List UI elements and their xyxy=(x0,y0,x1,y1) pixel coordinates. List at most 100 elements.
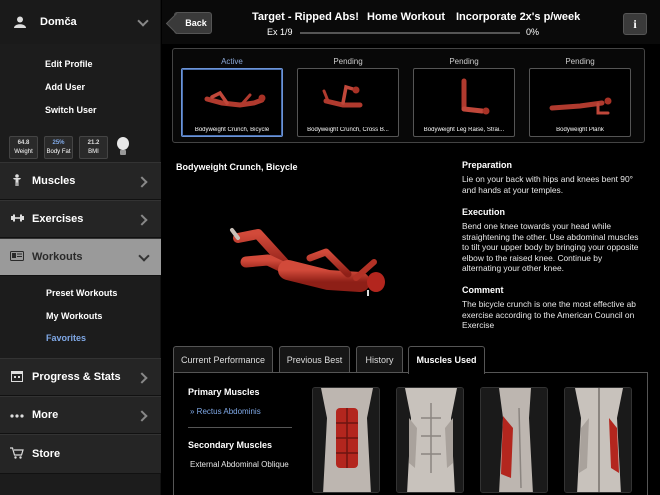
bmi-stat[interactable]: 21.2 BMI xyxy=(79,135,108,159)
lightbulb-icon[interactable] xyxy=(116,137,130,157)
chevron-down-icon xyxy=(138,17,148,27)
profile-header[interactable]: Domča xyxy=(0,0,160,44)
bmi-value: 21.2 xyxy=(87,139,100,146)
exercise-illustration xyxy=(230,228,385,296)
sidebar-item-label: More xyxy=(32,409,59,421)
comment-section: Comment The bicycle crunch is one the mo… xyxy=(462,285,642,331)
workout-frequency: Incorporate 2x's p/week xyxy=(456,11,581,23)
edit-profile-link[interactable]: Edit Profile xyxy=(45,56,160,79)
cart-icon xyxy=(10,446,24,462)
sidebar-item-label: Exercises xyxy=(32,213,84,225)
bmi-label: BMI xyxy=(88,148,99,155)
top-bar: Back Target - Ripped Abs! Home Workout I… xyxy=(162,0,660,44)
weight-value: 64.8 xyxy=(17,139,30,146)
muscles-used-panel: Primary Muscles » Rectus Abdominis Secon… xyxy=(173,372,648,495)
sidebar-item-workouts[interactable]: Workouts xyxy=(0,238,161,276)
user-icon xyxy=(14,16,26,28)
info-button[interactable]: i xyxy=(623,13,647,35)
favorites-link[interactable]: Favorites xyxy=(46,331,117,354)
tab-current-performance[interactable]: Current Performance xyxy=(173,346,273,373)
execution-text: Bend one knee towards your head while st… xyxy=(462,221,639,273)
preparation-text: Lie on your back with hips and knees ben… xyxy=(462,174,633,195)
sidebar-item-label: Workouts xyxy=(32,251,83,263)
calendar-icon xyxy=(10,370,24,385)
body-fat-label: Body Fat xyxy=(46,148,71,155)
workout-progress-bar xyxy=(300,32,520,34)
body-icon xyxy=(10,173,24,189)
sidebar-item-more[interactable]: More xyxy=(0,396,161,434)
sidebar-item-store[interactable]: Store xyxy=(0,434,161,474)
comment-text: The bicycle crunch is one the most effec… xyxy=(462,299,636,330)
workout-type: Home Workout xyxy=(367,11,446,23)
sidebar-item-label: Progress & Stats xyxy=(32,371,121,383)
muscle-image-back[interactable] xyxy=(564,387,632,493)
execution-section: Execution Bend one knee towards your hea… xyxy=(462,207,642,274)
sidebar-item-label: Muscles xyxy=(32,175,76,187)
exercise-carousel: Active Pending Pending Pending Bodyweigh… xyxy=(172,48,645,143)
tab-history[interactable]: History xyxy=(356,346,403,373)
switch-user-link[interactable]: Switch User xyxy=(45,102,160,125)
oblique-side-diagram xyxy=(481,388,547,492)
back-button-label: Back xyxy=(185,18,207,28)
back-button[interactable]: Back xyxy=(174,12,212,34)
oblique-back-diagram xyxy=(565,388,631,492)
oblique-front-diagram xyxy=(397,388,463,492)
add-user-link[interactable]: Add User xyxy=(45,79,160,102)
chevron-right-icon xyxy=(139,176,149,186)
workout-name: Target - Ripped Abs! xyxy=(252,11,359,23)
tab-muscles-used[interactable]: Muscles Used xyxy=(408,346,485,374)
tab-previous-best[interactable]: Previous Best xyxy=(279,346,350,373)
exercise-card-leg-raise[interactable]: Bodyweight Leg Raise, Strai... xyxy=(413,68,515,137)
primary-muscles-heading: Primary Muscles xyxy=(188,387,260,397)
preparation-section: Preparation Lie on your back with hips a… xyxy=(462,160,642,195)
chevron-right-icon xyxy=(139,410,149,420)
sidebar-item-exercises[interactable]: Exercises xyxy=(0,200,161,238)
exercise-status: Pending xyxy=(565,57,595,66)
execution-heading: Execution xyxy=(462,207,506,217)
exercise-name: Bodyweight Plank xyxy=(556,127,604,133)
leg-raise-thumbnail xyxy=(461,78,490,115)
exercise-status: Pending xyxy=(449,57,479,66)
muscle-image-front-secondary[interactable] xyxy=(396,387,464,493)
exercise-status: Pending xyxy=(333,57,363,66)
abs-front-diagram xyxy=(313,388,379,492)
exercise-counter: Ex 1/9 xyxy=(267,27,293,37)
comment-heading: Comment xyxy=(462,285,504,295)
exercise-name: Bodyweight Crunch, Bicycle xyxy=(194,127,270,133)
bicycle-crunch-thumbnail xyxy=(204,90,266,108)
progress-percent: 0% xyxy=(526,27,540,37)
body-stats: 64.8 Weight 25% Body Fat 21.2 BMI xyxy=(0,125,160,165)
preset-workouts-link[interactable]: Preset Workouts xyxy=(46,286,117,309)
sidebar-item-muscles[interactable]: Muscles xyxy=(0,162,161,200)
body-fat-stat[interactable]: 25% Body Fat xyxy=(44,135,73,159)
primary-muscle-link[interactable]: » Rectus Abdominis xyxy=(190,407,261,416)
exercise-status: Active xyxy=(221,57,243,66)
weight-stat[interactable]: 64.8 Weight xyxy=(9,135,38,159)
sidebar-item-progress[interactable]: Progress & Stats xyxy=(0,358,161,396)
workout-card-icon xyxy=(10,250,24,264)
muscle-image-front[interactable] xyxy=(312,387,380,493)
sidebar: Domča Edit Profile Add User Switch User … xyxy=(0,0,161,495)
exercise-card-plank[interactable]: Bodyweight Plank xyxy=(529,68,631,137)
exercise-name: Bodyweight Leg Raise, Strai... xyxy=(423,127,505,133)
chevron-down-icon xyxy=(139,252,149,262)
my-workouts-link[interactable]: My Workouts xyxy=(46,309,117,332)
chevron-right-icon xyxy=(139,214,149,224)
exercise-title: Bodyweight Crunch, Bicycle xyxy=(176,162,298,172)
cross-crunch-thumbnail xyxy=(322,84,363,108)
sidebar-item-label: Store xyxy=(32,448,61,460)
workouts-submenu: Preset Workouts My Workouts Favorites xyxy=(46,286,117,354)
secondary-muscle: External Abdominal Oblique xyxy=(190,460,289,469)
muscle-image-side[interactable] xyxy=(480,387,548,493)
exercise-card-cross-body-crunch[interactable]: Bodyweight Crunch, Cross B... xyxy=(297,68,399,137)
exercise-name: Bodyweight Crunch, Cross B... xyxy=(307,127,389,133)
preparation-heading: Preparation xyxy=(462,160,513,170)
chevron-right-icon xyxy=(139,372,149,382)
exercise-card-bicycle-crunch[interactable]: Bodyweight Crunch, Bicycle xyxy=(181,68,283,137)
dumbbell-icon xyxy=(10,213,24,225)
muscles-divider xyxy=(188,427,292,428)
weight-label: Weight xyxy=(14,148,33,155)
body-fat-value: 25% xyxy=(52,139,65,146)
more-dots-icon xyxy=(10,409,24,421)
secondary-muscles-heading: Secondary Muscles xyxy=(188,440,273,450)
